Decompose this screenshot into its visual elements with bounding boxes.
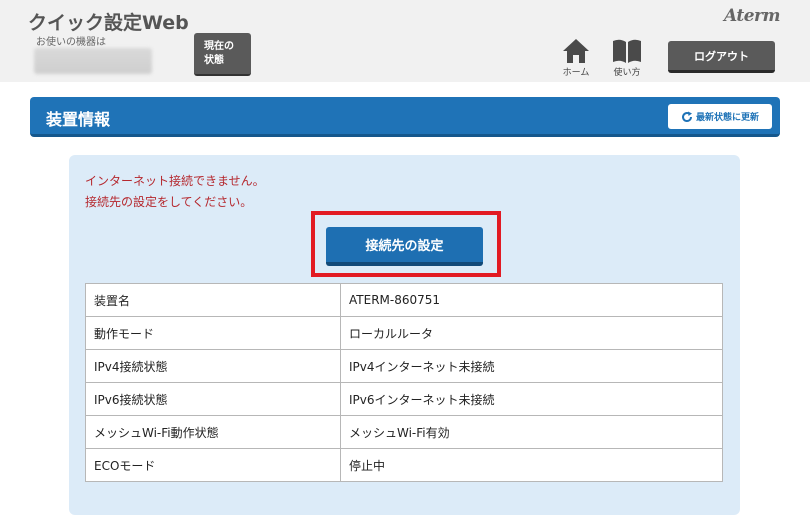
device-name-redacted bbox=[34, 48, 152, 74]
table-row: 装置名 ATERM-860751 bbox=[85, 283, 723, 317]
table-row: 動作モード ローカルルータ bbox=[85, 316, 723, 350]
brand-logo: Aterm bbox=[723, 6, 781, 26]
table-row: メッシュWi-Fi動作状態 メッシュWi-Fi有効 bbox=[85, 415, 723, 449]
row-value: ローカルルータ bbox=[340, 316, 723, 350]
device-label: お使いの機器は bbox=[36, 37, 106, 48]
help-button[interactable]: 使い方 bbox=[607, 38, 647, 78]
row-key: メッシュWi-Fi動作状態 bbox=[85, 415, 341, 449]
table-row: ECOモード 停止中 bbox=[85, 448, 723, 482]
info-panel: インターネット接続できません。 接続先の設定をしてください。 接続先の設定 装置… bbox=[69, 155, 740, 515]
refresh-label: 最新状態に更新 bbox=[695, 113, 759, 123]
refresh-icon bbox=[682, 111, 692, 122]
section-title: 装置情報 bbox=[46, 110, 111, 129]
row-key: IPv4接続状態 bbox=[85, 349, 341, 383]
row-key: ECOモード bbox=[85, 448, 341, 482]
app-title: クイック設定Web bbox=[28, 12, 189, 34]
refresh-button[interactable]: 最新状態に更新 bbox=[668, 104, 772, 129]
connection-setup-button[interactable]: 接続先の設定 bbox=[326, 227, 483, 266]
row-key: 動作モード bbox=[85, 316, 341, 350]
section-bar: 装置情報 最新状態に更新 bbox=[30, 97, 780, 137]
table-row: IPv4接続状態 IPv4インターネット未接続 bbox=[85, 349, 723, 383]
row-value: メッシュWi-Fi有効 bbox=[340, 415, 723, 449]
row-value: 停止中 bbox=[340, 448, 723, 482]
row-value: ATERM-860751 bbox=[340, 283, 723, 317]
home-icon bbox=[563, 39, 589, 63]
row-key: 装置名 bbox=[85, 283, 341, 317]
logout-button[interactable]: ログアウト bbox=[668, 41, 775, 73]
row-key: IPv6接続状態 bbox=[85, 382, 341, 416]
book-icon bbox=[613, 39, 641, 63]
alert-line-1: インターネット接続できません。 bbox=[85, 174, 265, 188]
home-button[interactable]: ホーム bbox=[556, 38, 596, 78]
header: クイック設定Web お使いの機器は 現在の 状態 Aterm ホーム 使い方 ロ… bbox=[0, 0, 810, 82]
row-value: IPv6インターネット未接続 bbox=[340, 382, 723, 416]
help-label: 使い方 bbox=[613, 68, 641, 78]
home-label: ホーム bbox=[562, 68, 590, 78]
alert-line-2: 接続先の設定をしてください。 bbox=[85, 195, 253, 209]
row-value: IPv4インターネット未接続 bbox=[340, 349, 723, 383]
device-info-table: 装置名 ATERM-860751 動作モード ローカルルータ IPv4接続状態 … bbox=[85, 283, 723, 482]
table-row: IPv6接続状態 IPv6インターネット未接続 bbox=[85, 382, 723, 416]
current-status-button[interactable]: 現在の 状態 bbox=[194, 33, 251, 76]
